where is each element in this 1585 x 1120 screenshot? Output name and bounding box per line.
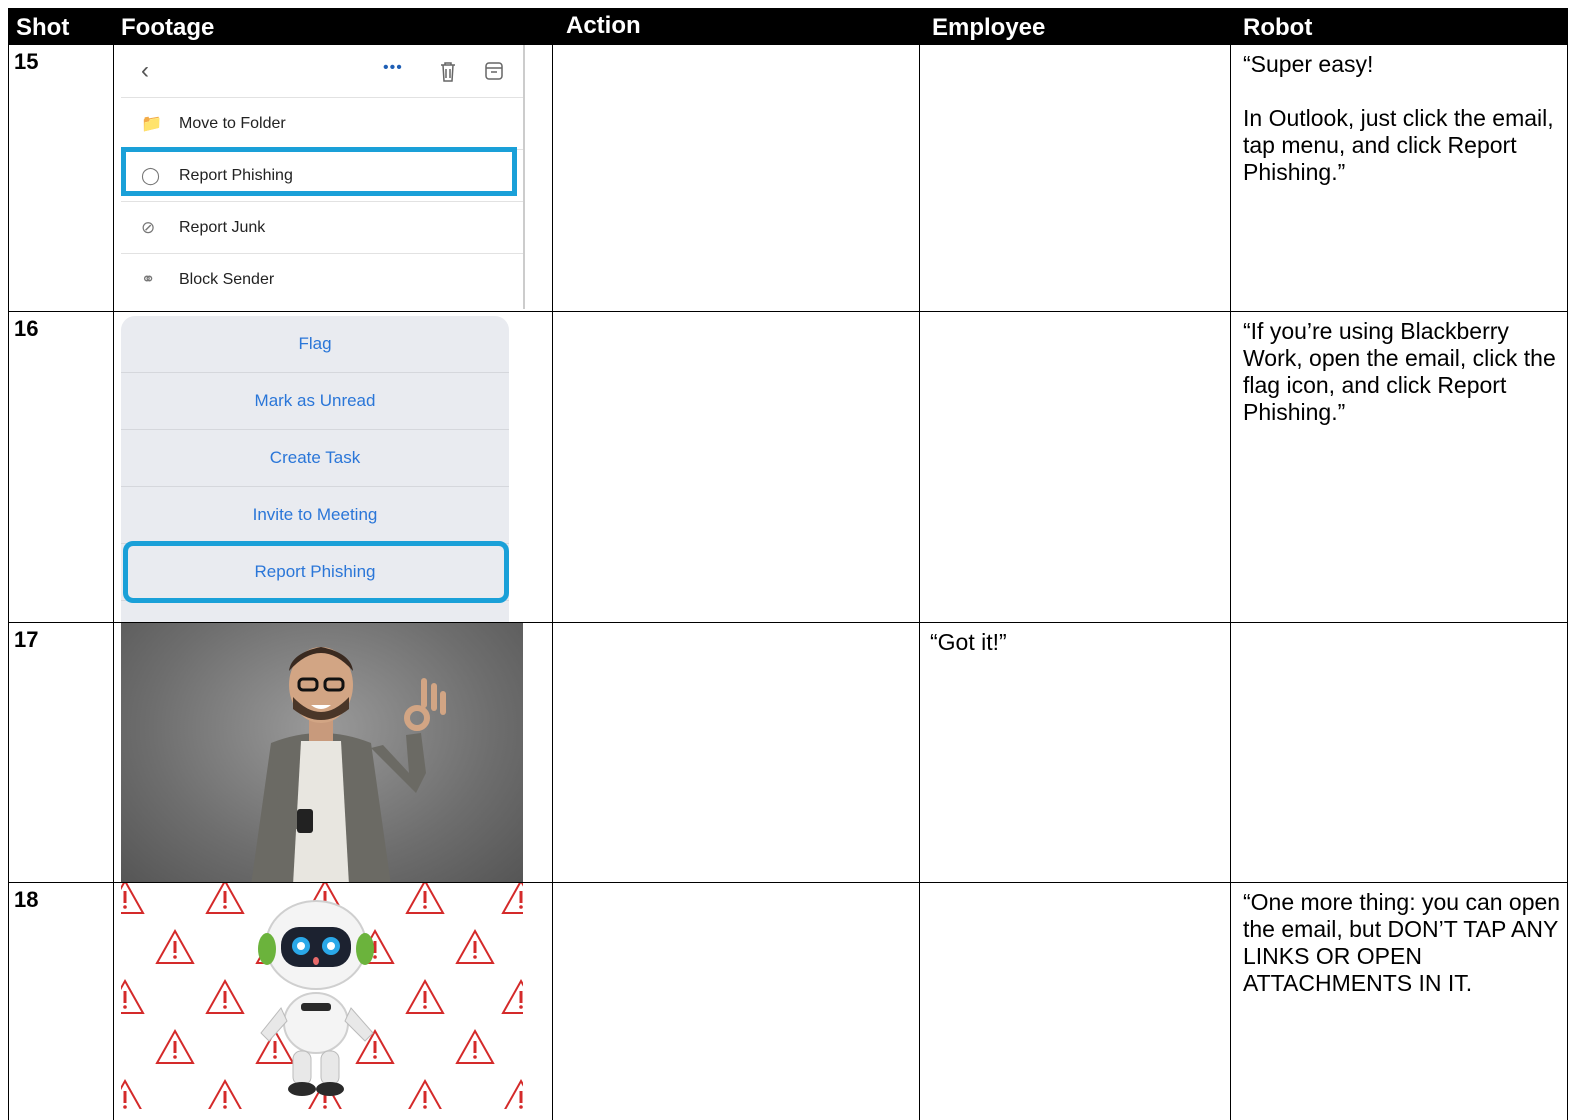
- robot-warning-image: [121, 883, 523, 1109]
- highlight-frame: [121, 147, 517, 196]
- footage-cell: [121, 623, 531, 882]
- script-table: 15 ‹ ••• 📁 Move to Folder ◯ Report Phish…: [8, 45, 1568, 1120]
- header-footage: Footage: [121, 14, 215, 41]
- menu-item-create-task[interactable]: Create Task: [121, 430, 509, 487]
- folder-icon: 📁: [141, 113, 163, 133]
- person-illustration: [251, 647, 446, 882]
- man-ok-gesture-photo: [121, 623, 523, 882]
- table-row: 18 “One more thing: you can open the ema…: [8, 883, 1568, 1120]
- warning-pattern: [121, 883, 523, 1109]
- highlight-frame: [123, 541, 509, 603]
- table-row: 16 Flag Mark as Unread Create Task Invit…: [8, 312, 1568, 623]
- menu-item-report-junk[interactable]: ⊘ Report Junk: [121, 201, 523, 253]
- menu-item-block-sender[interactable]: ⚭ Block Sender: [121, 253, 523, 305]
- shot-number: 17: [14, 627, 39, 652]
- menu-item-flag[interactable]: Flag: [121, 316, 509, 373]
- back-chevron-icon: ‹: [141, 57, 149, 84]
- shot-number: 16: [14, 316, 39, 341]
- people-icon: ⚭: [141, 269, 156, 289]
- employee-text: “Got it!”: [930, 629, 1007, 655]
- robot-text: “If you’re using Blackberry Work, open t…: [1243, 318, 1556, 425]
- menu-item-mark-unread[interactable]: Mark as Unread: [121, 373, 509, 430]
- header-action: Action: [566, 12, 641, 39]
- block-circle-icon: ⊘: [141, 217, 156, 237]
- header-shot: Shot: [16, 14, 70, 41]
- table-row: 17 “Got it!”: [8, 623, 1568, 883]
- robot-text: “One more thing: you can open the email,…: [1243, 889, 1561, 996]
- table-row: 15 ‹ ••• 📁 Move to Folder ◯ Report Phish…: [8, 45, 1568, 312]
- outlook-menu-screenshot: ‹ ••• 📁 Move to Folder ◯ Report Phishing…: [121, 45, 525, 309]
- menu-item-invite-meeting[interactable]: Invite to Meeting: [121, 487, 509, 544]
- header-robot: Robot: [1243, 14, 1313, 41]
- trash-icon: [441, 62, 455, 82]
- menu-item-move-to-folder[interactable]: 📁 Move to Folder: [121, 97, 523, 149]
- footage-cell: [121, 883, 531, 1120]
- robot-icon: [258, 900, 374, 1096]
- table-header: Shot Footage Action Employee Robot: [8, 8, 1568, 45]
- shot-number: 15: [14, 49, 39, 74]
- footage-cell: Flag Mark as Unread Create Task Invite t…: [121, 312, 531, 622]
- shot-number: 18: [14, 887, 39, 912]
- more-dots-icon: •••: [383, 59, 403, 76]
- footage-cell: ‹ ••• 📁 Move to Folder ◯ Report Phishing…: [121, 45, 531, 311]
- robot-text: “Super easy! In Outlook, just click the …: [1243, 51, 1554, 185]
- header-employee: Employee: [932, 14, 1046, 41]
- archive-icon: [485, 62, 503, 80]
